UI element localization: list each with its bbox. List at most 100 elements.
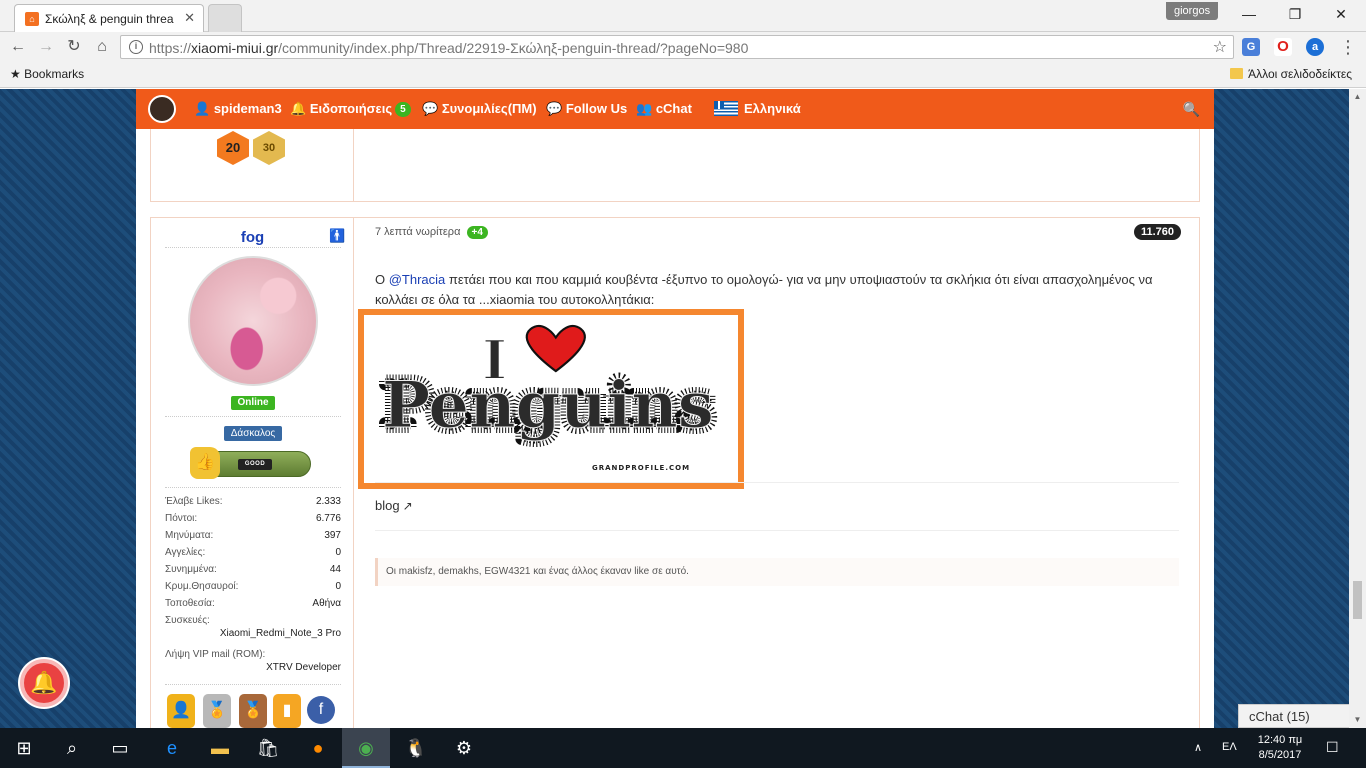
scroll-down-arrow-icon[interactable]: ▼	[1349, 712, 1366, 728]
bookmarks-bar: ★ Bookmarks Άλλοι σελιδοδείκτες	[0, 62, 1366, 88]
firefox-icon[interactable]: ●	[294, 728, 342, 768]
minimize-button[interactable]: —	[1226, 0, 1272, 28]
image-i-text: I	[482, 328, 507, 392]
task-view-icon[interactable]: ▭	[96, 728, 144, 768]
post-timestamp[interactable]: 7 λεπτά νωρίτερα +4	[375, 226, 488, 239]
page-viewport: 20 30 fog 🚹 Online Δάσκαλος 👍 GOOD Έλαβε…	[0, 89, 1366, 728]
cchat-widget[interactable]: cChat (15)	[1238, 704, 1366, 728]
site-logo[interactable]	[148, 95, 176, 123]
stat-row: Αγγελίες: 0	[165, 547, 341, 558]
tab-title: Σκώληξ & penguin threa	[45, 12, 174, 26]
translate-extension-icon[interactable]: G	[1242, 38, 1260, 56]
post-author-sidebar: fog 🚹 Online Δάσκαλος 👍 GOOD Έλαβε Likes…	[151, 218, 354, 728]
trophy-badge: 30	[253, 131, 285, 165]
notifications-count: 5	[395, 102, 411, 117]
author-name[interactable]: fog	[151, 229, 354, 246]
back-button[interactable]: ←	[6, 36, 30, 58]
post-number-badge[interactable]: 11.760	[1133, 224, 1181, 240]
content-column: 20 30 fog 🚹 Online Δάσκαλος 👍 GOOD Έλαβε…	[136, 89, 1214, 728]
close-window-button[interactable]: ✕	[1318, 0, 1364, 28]
start-windows-icon[interactable]: ⊞	[0, 728, 48, 768]
nav-notifications[interactable]: 🔔 Ειδοποιήσεις 5	[290, 101, 411, 117]
bookmark-star-icon[interactable]: ☆	[1213, 37, 1227, 57]
comments-icon: 💬	[422, 101, 442, 116]
nav-follow-us[interactable]: 💬 Follow Us	[546, 101, 627, 117]
post-image[interactable]: Penguins Penguins I GRANDPROFILE.COM	[358, 309, 744, 489]
site-favicon-icon: ⌂	[25, 12, 39, 26]
bookmarks-button[interactable]: ★ Bookmarks	[10, 67, 84, 81]
nav-user[interactable]: 👤 spideman3	[194, 101, 282, 117]
heart-icon	[525, 324, 586, 373]
post-message: Ο @Thracia πετάει που και που καμμιά κου…	[375, 272, 1153, 307]
i-love-penguins-image: Penguins Penguins I GRANDPROFILE.COM	[376, 324, 720, 472]
likes-summary: Οι makisfz, demakhs, EGW4321 και ένας άλ…	[375, 558, 1179, 586]
gender-icon: 🚹	[329, 228, 346, 243]
online-status-badge: Online	[231, 396, 275, 410]
notification-bell-button[interactable]: 🔔	[20, 659, 68, 707]
system-clock[interactable]: 12:40 πμ 8/5/2017	[1252, 733, 1308, 763]
account-extension-icon[interactable]: a	[1306, 38, 1324, 56]
stat-devices: Συσκευές: Xiaomi_Redmi_Note_3 Pro	[165, 615, 341, 639]
image-main-text: Penguins	[382, 368, 714, 443]
chrome-icon[interactable]: ◉	[342, 728, 390, 768]
reload-button[interactable]: ↻	[62, 36, 86, 58]
image-credit: GRANDPROFILE.COM	[592, 464, 690, 472]
forum-post: fog 🚹 Online Δάσκαλος 👍 GOOD Έλαβε Likes…	[150, 217, 1200, 728]
scroll-thumb[interactable]	[1353, 581, 1362, 619]
trophy-book-icon[interactable]: ▮	[273, 694, 301, 728]
trophy-facebook-icon[interactable]: f	[307, 696, 335, 724]
likes-badge: +4	[466, 226, 488, 239]
search-icon[interactable]: 🔍	[1183, 101, 1200, 118]
reputation-bar: 👍 GOOD	[190, 447, 311, 479]
action-center-icon[interactable]: ☐	[1326, 739, 1339, 756]
address-bar[interactable]: i https://xiaomi-miui.gr/community/index…	[120, 35, 1234, 59]
settings-gear-icon[interactable]: ⚙	[440, 728, 488, 768]
info-icon[interactable]: i	[129, 40, 143, 54]
trophy-medal-bronze-icon[interactable]: 🏅	[239, 694, 267, 728]
qq-penguin-icon[interactable]: 🐧	[392, 728, 440, 768]
avatar[interactable]	[188, 256, 318, 386]
profile-badge[interactable]: giorgos	[1166, 2, 1219, 20]
opera-extension-icon[interactable]: O	[1274, 38, 1292, 56]
bell-icon: 🔔	[290, 101, 310, 116]
trophy-user-icon[interactable]: 👤	[167, 694, 195, 728]
tray-chevron-icon[interactable]: ∧	[1194, 741, 1202, 754]
home-button[interactable]: ⌂	[90, 36, 114, 58]
chat-icon: 💬	[546, 101, 566, 116]
stat-row: Τοποθεσία: Αθήνα	[165, 598, 341, 609]
blog-link[interactable]: blog ↗	[375, 498, 413, 513]
trophy-badge: 20	[217, 131, 249, 165]
mention-link[interactable]: @Thracia	[389, 272, 446, 287]
browser-tab-bar: ⌂ Σκώληξ & penguin threa ✕ giorgos — ❐ ✕	[0, 0, 1366, 32]
external-link-icon: ↗	[402, 499, 413, 513]
windows-taskbar: ⊞ ⌕ ▭ e ▬ 🛍 ● ◉ 🐧 ⚙ ∧ ΕΛ 12:40 πμ 8/5/201…	[0, 728, 1366, 768]
rank-badge: Δάσκαλος	[224, 426, 282, 441]
previous-post: 20 30	[150, 129, 1200, 202]
file-explorer-icon[interactable]: ▬	[196, 728, 244, 768]
star-icon: ★	[10, 67, 25, 81]
nav-conversations[interactable]: 💬 Συνομιλίες(ΠΜ)	[422, 101, 537, 117]
stat-row: Έλαβε Likes: 2.333	[165, 496, 341, 507]
edge-browser-icon[interactable]: e	[148, 728, 196, 768]
stat-row: Συνημμένα: 44	[165, 564, 341, 575]
stat-row: Πόντοι: 6.776	[165, 513, 341, 524]
menu-icon[interactable]: ⋮	[1336, 36, 1360, 58]
browser-toolbar: ← → ↻ ⌂ i https://xiaomi-miui.gr/communi…	[0, 32, 1366, 62]
maximize-button[interactable]: ❐	[1272, 0, 1318, 28]
other-bookmarks-button[interactable]: Άλλοι σελιδοδείκτες	[1230, 67, 1352, 81]
site-navbar: 👤 spideman3 🔔 Ειδοποιήσεις 5 💬 Συνομιλίες…	[136, 89, 1214, 129]
tab-active[interactable]: ⌂ Σκώληξ & penguin threa ✕	[14, 4, 204, 32]
input-language[interactable]: ΕΛ	[1222, 741, 1237, 753]
scroll-up-arrow-icon[interactable]: ▲	[1349, 89, 1366, 105]
new-tab-button[interactable]	[208, 4, 242, 32]
page-scrollbar[interactable]: ▲ ▼	[1349, 89, 1366, 728]
thumbs-up-icon: 👍	[190, 447, 220, 479]
forward-button[interactable]: →	[34, 36, 58, 58]
nav-language[interactable]: Ελληνικά	[714, 101, 801, 116]
tab-close-icon[interactable]: ✕	[184, 10, 195, 26]
stat-row: Μηνύματα: 397	[165, 530, 341, 541]
store-icon[interactable]: 🛍	[244, 728, 292, 768]
nav-cchat[interactable]: 👥 cChat	[636, 101, 692, 117]
search-icon[interactable]: ⌕	[48, 728, 96, 768]
trophy-medal-icon[interactable]: 🏅	[203, 694, 231, 728]
